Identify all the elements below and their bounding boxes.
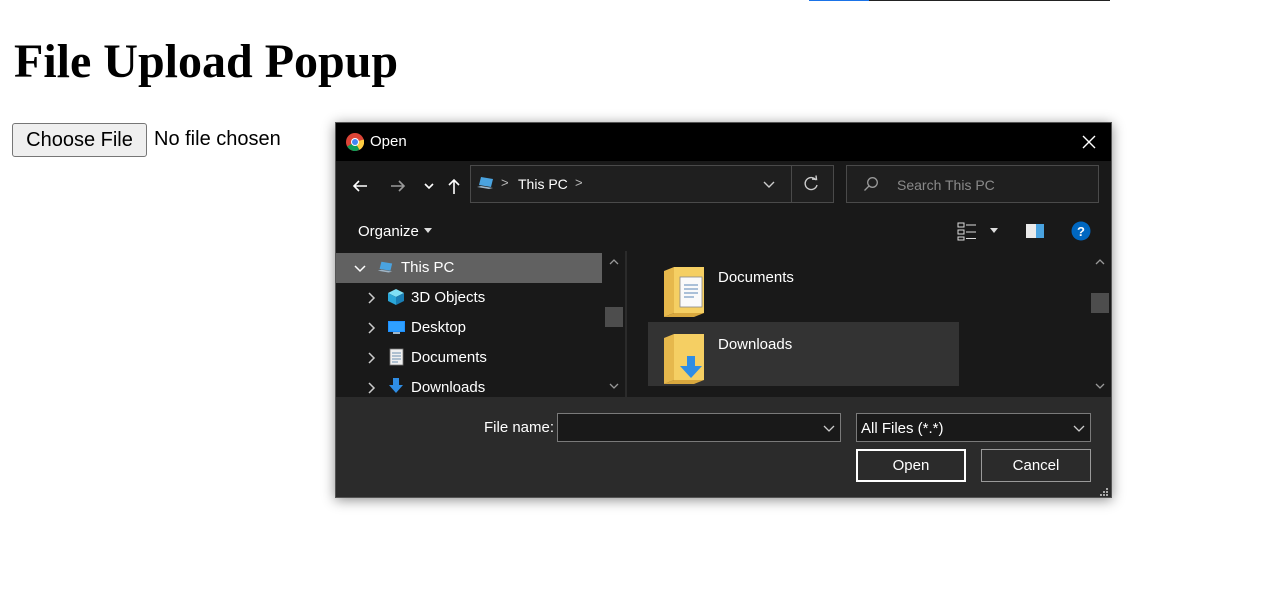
organize-menu-button[interactable]: Organize [358, 223, 419, 240]
page-title: File Upload Popup [14, 35, 399, 88]
back-arrow-icon[interactable] [350, 176, 370, 196]
scroll-down-icon[interactable] [1095, 383, 1105, 389]
file-list: Documents Downloads [627, 251, 1111, 397]
expand-chevron-icon[interactable] [365, 352, 377, 364]
file-type-filter-select[interactable]: All Files (*.*) [856, 413, 1091, 442]
navigation-pane-scrollbar[interactable] [603, 251, 625, 397]
3d-objects-icon [388, 289, 404, 305]
pc-icon [377, 261, 393, 273]
scrollbar-thumb[interactable] [1091, 293, 1109, 313]
expand-chevron-icon[interactable] [365, 322, 377, 334]
change-view-icon[interactable] [957, 221, 977, 241]
address-dropdown-chevron-icon[interactable] [761, 176, 777, 192]
open-button[interactable]: Open [856, 449, 966, 482]
scroll-up-icon[interactable] [609, 259, 619, 265]
folder-name: Downloads [718, 336, 793, 353]
file-name-label: File name: [484, 419, 555, 436]
desktop-icon [388, 321, 405, 334]
chrome-icon [346, 133, 364, 151]
downloads-icon [389, 378, 403, 393]
folder-name: Documents [718, 269, 794, 286]
breadcrumb-separator[interactable]: > [575, 175, 583, 190]
breadcrumb-this-pc[interactable]: This PC [518, 176, 568, 192]
scroll-down-icon[interactable] [609, 383, 619, 389]
close-icon[interactable] [1077, 130, 1101, 154]
nav-item-this-pc[interactable]: This PC [336, 253, 602, 283]
expand-chevron-icon[interactable] [365, 382, 377, 394]
forward-arrow-icon[interactable] [388, 176, 408, 196]
up-arrow-icon[interactable] [444, 176, 464, 196]
refresh-icon[interactable] [802, 175, 820, 193]
documents-folder-icon [664, 267, 704, 317]
nav-item-documents[interactable]: Documents [336, 343, 602, 373]
search-box[interactable]: Search This PC [846, 165, 1099, 203]
file-list-scrollbar[interactable] [1089, 251, 1111, 397]
scrollbar-thumb[interactable] [605, 307, 623, 327]
file-type-filter-value: All Files (*.*) [861, 420, 944, 437]
breadcrumb-separator: > [501, 175, 509, 190]
svg-text:?: ? [1077, 224, 1085, 239]
nav-item-label: Downloads [411, 379, 486, 396]
navigation-pane: This PC 3D Objects Desktop Documents Dow… [336, 251, 625, 397]
expand-chevron-icon[interactable] [365, 292, 377, 304]
nav-item-desktop[interactable]: Desktop [336, 313, 602, 343]
downloads-folder-icon [664, 334, 704, 384]
nav-item-label: Desktop [411, 319, 467, 336]
dialog-titlebar[interactable]: Open [336, 123, 1111, 161]
folder-item-documents[interactable]: Documents [648, 255, 959, 319]
nav-item-label: This PC [401, 259, 455, 276]
organize-caret-icon[interactable] [424, 228, 432, 233]
help-icon[interactable]: ? [1071, 221, 1091, 241]
dialog-footer: File name: All Files (*.*) Open Cancel [336, 397, 1111, 497]
view-options-caret-icon[interactable] [990, 228, 998, 233]
nav-item-label: Documents [411, 349, 487, 366]
file-name-input[interactable] [557, 413, 841, 442]
documents-icon [389, 348, 404, 366]
collapse-chevron-icon[interactable] [354, 262, 366, 274]
nav-item-3d-objects[interactable]: 3D Objects [336, 283, 602, 313]
search-placeholder: Search This PC [897, 177, 995, 193]
choose-file-button[interactable]: Choose File [12, 123, 147, 157]
pc-icon [477, 177, 493, 189]
search-icon [864, 177, 878, 191]
nav-item-label: 3D Objects [411, 289, 486, 306]
top-edge-accent [809, 0, 869, 1]
filter-dropdown-chevron-icon[interactable] [1072, 421, 1086, 435]
cancel-button[interactable]: Cancel [981, 449, 1091, 482]
top-edge-line [809, 0, 1110, 1]
folder-item-downloads[interactable]: Downloads [648, 322, 959, 386]
recent-locations-chevron-icon[interactable] [419, 176, 439, 196]
address-divider [791, 166, 792, 202]
dialog-title: Open [370, 133, 407, 150]
navigation-bar: > This PC > Search This PC [336, 161, 1111, 211]
scroll-up-icon[interactable] [1095, 259, 1105, 265]
resize-grip-icon[interactable] [1098, 486, 1108, 496]
file-status-text: No file chosen [154, 128, 281, 150]
address-bar[interactable]: > This PC > [470, 165, 834, 203]
nav-item-downloads[interactable]: Downloads [336, 373, 602, 397]
open-file-dialog: Open > This PC > Search This PC Organize… [335, 122, 1112, 498]
command-toolbar: Organize ? [336, 211, 1111, 251]
preview-pane-icon[interactable] [1025, 222, 1045, 240]
file-name-dropdown-chevron-icon[interactable] [822, 421, 836, 435]
